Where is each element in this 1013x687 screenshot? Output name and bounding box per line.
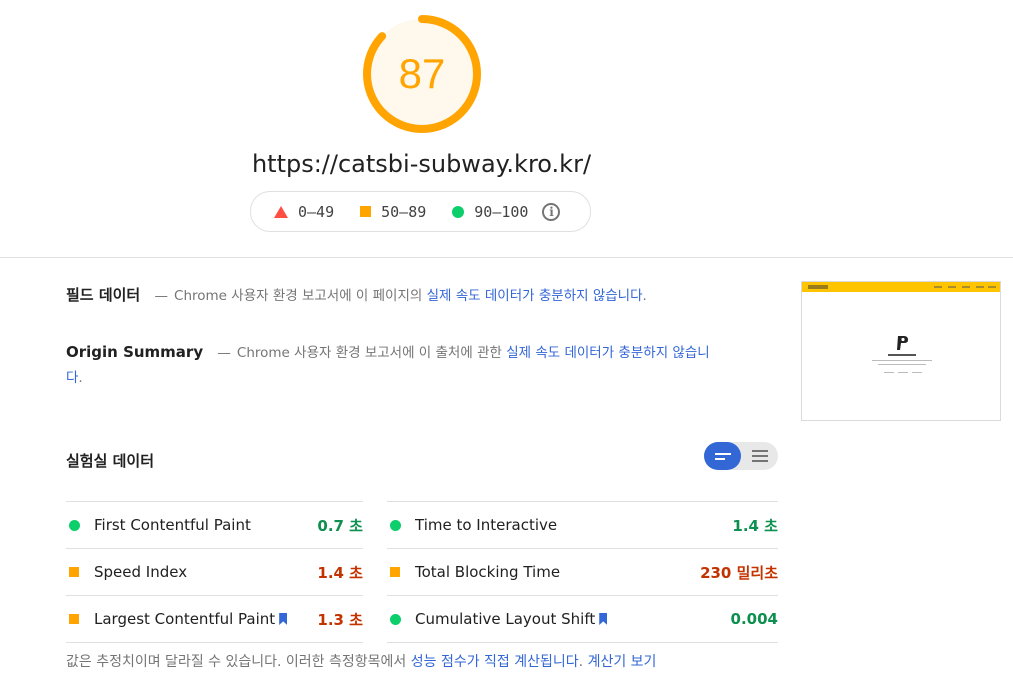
page-url: https://catsbi-subway.kro.kr/: [251, 150, 592, 178]
subway-logo-icon: [897, 336, 908, 350]
section-divider: [0, 257, 1013, 258]
lab-data-title: 실험실 데이터: [66, 452, 155, 470]
legend-label: 90–100: [474, 202, 529, 221]
bookmark-icon: [599, 613, 608, 625]
legend-label: 50–89: [381, 202, 427, 221]
metric-value: 1.4 초: [317, 563, 363, 582]
thumbnail-nav: [934, 286, 942, 288]
legend-item-average: 50–89: [360, 203, 426, 221]
footnote-text: 값은 추정치이며 달라질 수 있습니다. 이러한 측정항목에서: [66, 654, 411, 670]
thumbnail-text: [878, 364, 926, 365]
thumbnail-nav: [988, 286, 996, 288]
performance-score-gauge: 87: [361, 13, 483, 135]
metric-value: 0.004: [730, 610, 778, 628]
thumbnail-nav: [976, 286, 984, 288]
legend-item-pass: 90–100: [452, 203, 528, 221]
square-icon: [360, 206, 372, 217]
lines-icon: [751, 460, 768, 462]
legend-label: 0–49: [298, 202, 335, 221]
lines-icon: [751, 455, 768, 457]
thumbnail-text: [884, 372, 894, 373]
pass-circle-icon: [390, 519, 401, 531]
metric-name: Total Blocking Time: [415, 563, 561, 581]
period: .: [78, 370, 83, 386]
average-square-icon: [69, 614, 79, 624]
metric-name: First Contentful Paint: [94, 516, 251, 534]
thumbnail-header: [802, 282, 1000, 292]
triangle-icon: [274, 205, 288, 218]
metric-name: Largest Contentful Paint: [94, 610, 276, 628]
thumbnail-text: [888, 354, 916, 356]
thumbnail-text: [898, 372, 908, 373]
info-icon[interactable]: i: [542, 202, 561, 221]
metric-cumulative-layout-shift: Cumulative Layout Shift 0.004: [387, 595, 778, 643]
metric-total-blocking-time: Total Blocking Time 230 밀리초: [387, 548, 778, 595]
field-data-title: 필드 데이터: [66, 286, 141, 304]
thumbnail-text: [912, 372, 922, 373]
lines-icon: [714, 457, 725, 460]
lines-icon: [714, 452, 731, 455]
dash: —: [217, 345, 231, 361]
metrics-view-toggle[interactable]: [704, 442, 778, 470]
metric-value: 1.4 초: [732, 516, 778, 535]
metric-time-to-interactive: Time to Interactive 1.4 초: [387, 501, 778, 548]
final-screenshot-thumbnail[interactable]: [801, 281, 1001, 421]
metric-first-contentful-paint: First Contentful Paint 0.7 초: [66, 501, 363, 548]
lines-icon: [751, 450, 768, 452]
metric-largest-contentful-paint: Largest Contentful Paint 1.3 초: [66, 595, 363, 643]
metric-name: Speed Index: [94, 563, 188, 581]
metric-value: 0.7 초: [317, 516, 363, 535]
origin-summary-text: 사용자 환경 보고서에 이 출처에 관한: [289, 345, 507, 361]
lab-data-footnote: 값은 추정치이며 달라질 수 있습니다. 이러한 측정항목에서 성능 점수가 직…: [66, 651, 826, 671]
score-value: 87: [398, 50, 446, 97]
bookmark-icon: [279, 613, 288, 625]
average-square-icon: [390, 567, 400, 577]
thumbnail-logo: [808, 285, 828, 289]
pass-circle-icon: [69, 519, 80, 531]
metrics-column-right: Time to Interactive 1.4 초 Total Blocking…: [387, 501, 778, 643]
chrome-label: Chrome: [236, 345, 290, 361]
circle-icon: [452, 205, 465, 218]
thumbnail-nav: [948, 286, 956, 288]
expanded-view-button[interactable]: [741, 442, 778, 470]
origin-summary-link-cont[interactable]: 다: [66, 370, 78, 386]
dash: —: [154, 288, 169, 304]
metric-value: 230 밀리초: [700, 563, 778, 582]
metrics-column-left: First Contentful Paint 0.7 초 Speed Index…: [66, 501, 363, 643]
thumbnail-nav: [962, 286, 970, 288]
calculator-link[interactable]: 계산기 보기: [588, 654, 657, 670]
legend-item-fail: 0–49: [274, 203, 334, 221]
score-legend: 0–49 50–89 90–100 i: [250, 191, 591, 232]
field-data-section: 필드 데이터 — Chrome 사용자 환경 보고서에 이 페이지의 실제 속도 …: [66, 283, 726, 309]
pass-circle-icon: [390, 613, 401, 625]
thumbnail-text: [872, 360, 932, 361]
origin-summary-title: Origin Summary: [66, 343, 204, 361]
field-data-link[interactable]: 실제 속도 데이터가 충분하지 않습니다: [427, 288, 643, 304]
compact-view-button[interactable]: [704, 442, 741, 470]
average-square-icon: [69, 567, 79, 577]
field-data-text: 사용자 환경 보고서에 이 페이지의: [226, 288, 427, 304]
origin-summary-link[interactable]: 실제 속도 데이터가 충분하지 않습니: [506, 345, 709, 361]
footnote-sep: .: [578, 654, 588, 670]
metric-speed-index: Speed Index 1.4 초: [66, 548, 363, 595]
metric-value: 1.3 초: [317, 610, 363, 629]
score-calculation-link[interactable]: 성능 점수가 직접 계산됩니다: [411, 654, 579, 670]
chrome-label: Chrome: [174, 288, 227, 304]
period: .: [642, 288, 647, 304]
metric-name: Cumulative Layout Shift: [415, 610, 596, 628]
metric-name: Time to Interactive: [415, 516, 558, 534]
origin-summary-section: Origin Summary — Chrome 사용자 환경 보고서에 이 출처에…: [66, 340, 726, 391]
